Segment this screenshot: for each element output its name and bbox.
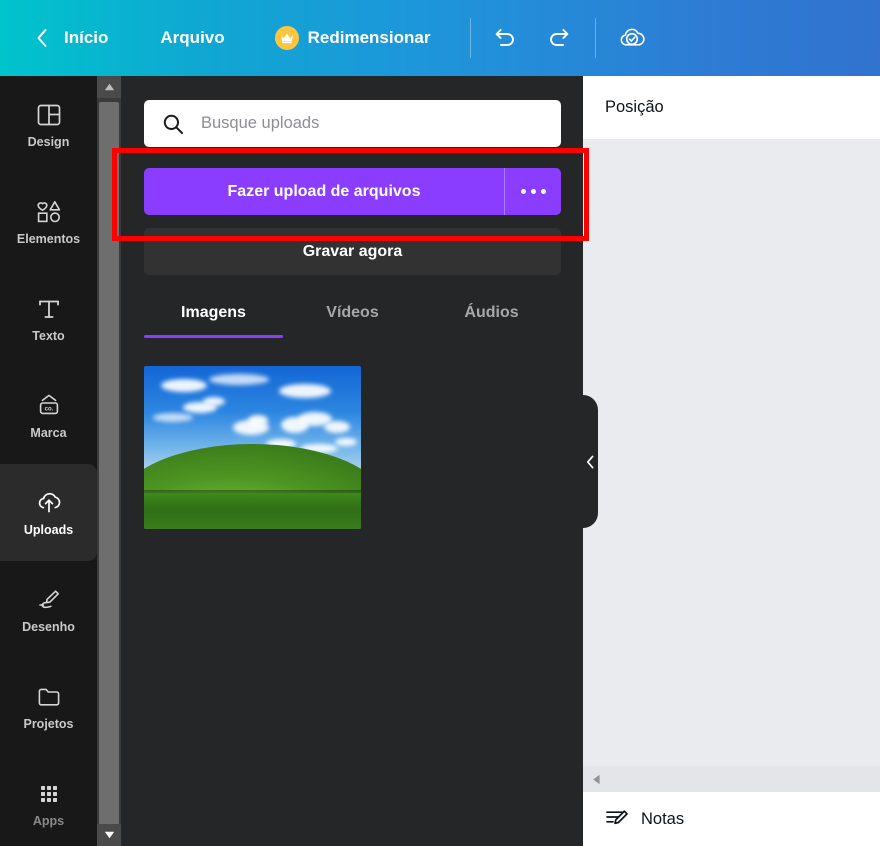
upload-files-label: Fazer upload de arquivos: [227, 182, 421, 200]
sidebar-item-label: Projetos: [23, 717, 74, 731]
canvas-horizontal-scrollbar[interactable]: [583, 766, 880, 792]
sidebar-item-label: Apps: [32, 814, 65, 828]
sidebar-item-uploads[interactable]: Uploads: [0, 464, 97, 561]
svg-text:co.: co.: [44, 407, 53, 413]
search-icon: [161, 112, 185, 136]
sidebar-item-label: Design: [27, 135, 70, 149]
sidebar-item-desenho[interactable]: Desenho: [0, 561, 97, 658]
resize-label: Redimensionar: [307, 28, 431, 47]
record-now-label: Gravar agora: [302, 242, 403, 260]
draw-pen-icon: [34, 585, 64, 615]
notes-bar[interactable]: Notas: [583, 792, 880, 846]
search-input[interactable]: [201, 114, 531, 133]
scrollbar-thumb[interactable]: [99, 102, 119, 846]
sidebar-item-label: Texto: [32, 329, 65, 343]
tab-audios[interactable]: Áudios: [422, 288, 561, 338]
grid-apps-icon: [35, 779, 63, 809]
bliss-wallpaper-image: [144, 366, 361, 529]
tab-imagens[interactable]: Imagens: [144, 288, 283, 338]
folder-icon: [34, 682, 64, 712]
panel-vertical-scrollbar[interactable]: [97, 76, 121, 846]
home-label: Início: [64, 28, 109, 47]
top-toolbar: Início Arquivo Redimensionar: [0, 0, 880, 76]
canva-editor-window: Início Arquivo Redimensionar Design Elem…: [0, 0, 880, 846]
undo-icon: [492, 25, 518, 51]
sidebar-item-label: Marca: [30, 426, 67, 440]
sidebar-item-apps[interactable]: Apps: [0, 755, 97, 846]
cloud-check-icon: [617, 25, 647, 51]
upload-more-options-button[interactable]: [505, 168, 561, 215]
uploaded-image-thumbnail[interactable]: [144, 366, 361, 529]
search-uploads-box[interactable]: [144, 100, 561, 147]
toolbar-divider-1: [470, 18, 472, 58]
position-panel-header[interactable]: Posição: [583, 76, 880, 139]
sidebar-item-marca[interactable]: co. Marca: [0, 367, 97, 464]
crown-icon: [274, 26, 299, 50]
collapse-panel-button[interactable]: [583, 395, 598, 528]
cloud-upload-icon: [34, 488, 64, 518]
text-t-icon: [36, 294, 62, 324]
brand-kit-icon: co.: [34, 391, 64, 421]
tab-videos[interactable]: Vídeos: [283, 288, 422, 338]
redo-icon: [546, 25, 572, 51]
scrollbar-up-button[interactable]: [97, 76, 121, 98]
tab-label: Vídeos: [326, 304, 379, 321]
sidebar-item-projetos[interactable]: Projetos: [0, 658, 97, 755]
sidebar-item-elementos[interactable]: Elementos: [0, 173, 97, 270]
file-menu-button[interactable]: Arquivo: [160, 28, 224, 48]
left-rail: Design Elementos Texto co. Marca Uploads…: [0, 76, 97, 846]
sidebar-item-design[interactable]: Design: [0, 76, 97, 173]
tab-label: Áudios: [464, 304, 519, 321]
ellipsis-icon: [520, 189, 546, 194]
uploads-thumbnail-grid: [144, 366, 561, 529]
shapes-icon: [34, 197, 64, 227]
notes-label: Notas: [641, 809, 685, 828]
chevron-left-icon: [586, 455, 595, 469]
sidebar-item-label: Uploads: [23, 523, 74, 537]
tab-label: Imagens: [181, 304, 246, 321]
sidebar-item-label: Elementos: [16, 232, 81, 246]
sidebar-item-texto[interactable]: Texto: [0, 270, 97, 367]
position-label: Posição: [605, 98, 664, 116]
uploads-tabs: Imagens Vídeos Áudios: [144, 288, 561, 338]
saved-status-button[interactable]: [610, 16, 654, 60]
toolbar-divider-2: [595, 18, 597, 58]
scrollbar-down-button[interactable]: [97, 824, 121, 846]
sidebar-item-label: Desenho: [22, 620, 75, 634]
file-label: Arquivo: [160, 28, 225, 47]
upload-files-label-wrap[interactable]: Fazer upload de arquivos: [144, 168, 504, 215]
hscroll-left-button[interactable]: [583, 766, 609, 792]
undo-button[interactable]: [483, 16, 527, 60]
canvas-area[interactable]: [583, 76, 880, 846]
chevron-left-icon: [34, 27, 50, 49]
triangle-left-icon: [592, 774, 601, 785]
record-now-button[interactable]: Gravar agora: [144, 228, 561, 275]
triangle-down-icon: [104, 831, 115, 839]
layout-icon: [35, 100, 63, 130]
home-button[interactable]: Início: [34, 27, 108, 49]
redo-button[interactable]: [537, 16, 581, 60]
resize-button[interactable]: Redimensionar: [274, 26, 431, 50]
upload-files-button[interactable]: Fazer upload de arquivos: [144, 168, 561, 215]
triangle-up-icon: [104, 83, 115, 91]
uploads-panel: Fazer upload de arquivos Gravar agora Im…: [121, 76, 583, 846]
notes-pencil-icon: [605, 808, 629, 830]
